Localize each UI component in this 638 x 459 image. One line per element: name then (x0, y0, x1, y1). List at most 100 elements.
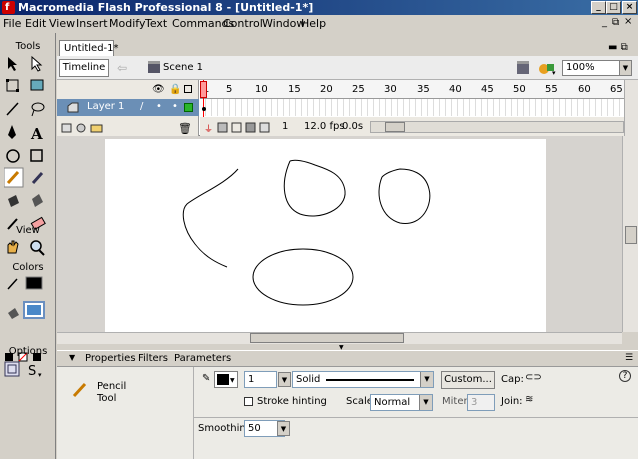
insert-layer-icon (61, 123, 72, 133)
cap-label: Cap: (501, 374, 524, 385)
timeline-scroll-thumb[interactable] (385, 122, 405, 132)
show-hide-eye-icon[interactable]: 👁 (152, 84, 165, 95)
frame-cells[interactable] (200, 99, 624, 116)
document-tab[interactable]: Untitled-1* (59, 40, 119, 56)
join-select-icon[interactable]: ≋ (525, 394, 533, 405)
pen-tool-icon (8, 125, 16, 139)
scene-icon (148, 61, 160, 73)
doc-minimize-icon[interactable]: _ (602, 17, 607, 28)
edit-scene-icon[interactable] (516, 60, 532, 79)
minimize-button[interactable]: _ (591, 1, 606, 14)
keyframe-dot (202, 107, 206, 111)
options-icons: S ▾ (4, 361, 42, 379)
miter-input[interactable]: 3 (467, 394, 495, 411)
stage-vscroll-thumb[interactable] (625, 226, 637, 244)
frame-num: 65 (610, 84, 623, 95)
layer-lock-dot[interactable]: • (172, 101, 178, 112)
free-transform-tool-icon (6, 79, 19, 92)
stroke-style-value: Solid (296, 374, 321, 385)
pencil-stroke-circle (378, 168, 431, 224)
zoom-select[interactable]: 100% ▼ (562, 60, 632, 76)
timeline-button[interactable]: Timeline (59, 59, 109, 77)
lasso-tool-icon (31, 102, 45, 117)
frame-num: 60 (578, 84, 591, 95)
onion-outline-icon (231, 122, 242, 133)
zoom-dropdown-icon[interactable]: ▼ (619, 61, 631, 75)
options-title: Options (8, 346, 48, 357)
stage-canvas[interactable] (105, 139, 546, 332)
outline-icon[interactable] (184, 85, 192, 93)
menu-window[interactable]: Window (262, 15, 305, 32)
frame-num: 45 (481, 84, 494, 95)
stage-vscroll[interactable] (622, 136, 638, 332)
tab-filters[interactable]: Filters (138, 353, 168, 364)
menu-edit[interactable]: Edit (25, 15, 46, 32)
layer-outline-color[interactable] (184, 103, 193, 112)
menu-bar: File Edit View Insert Modify Text Comman… (0, 15, 638, 32)
fill-transform-tool-icon (30, 79, 44, 91)
stage-hscroll-thumb[interactable] (250, 333, 404, 343)
cap-select-icon[interactable]: ⊂⊃ (525, 372, 542, 383)
menu-modify[interactable]: Modify (109, 15, 145, 32)
stroke-color-swatch (25, 276, 43, 290)
frame-num: 25 (352, 84, 365, 95)
edit-symbols-icon[interactable]: ▾ (538, 60, 558, 79)
menu-view[interactable]: View (49, 15, 75, 32)
close-button[interactable]: × (622, 1, 637, 14)
color-swatches (7, 276, 45, 319)
layer-icon (67, 102, 79, 113)
flash-app-icon[interactable]: f (2, 1, 15, 14)
playhead-handle[interactable] (200, 81, 207, 98)
properties-panel: Pencil Tool ✎ ▼ 1 ▼ Solid ▼ Custom... Ca… (57, 366, 638, 459)
layer-visible-dot[interactable]: • (156, 101, 162, 112)
maximize-button[interactable]: □ (606, 1, 621, 14)
layer-buttons (61, 123, 103, 133)
stroke-style-select[interactable]: Solid ▼ (292, 371, 434, 388)
tab-properties[interactable]: Properties (85, 353, 136, 364)
properties-menu-icon[interactable]: ☰ (625, 353, 633, 363)
brush-tool-icon (31, 171, 44, 185)
timeline-vscroll[interactable] (624, 80, 638, 136)
stroke-hinting-checkbox[interactable] (244, 397, 253, 406)
delete-layer-icon[interactable]: 🗑 (178, 122, 192, 135)
zoom-tool-icon (30, 240, 45, 256)
lock-icon[interactable]: 🔒 (169, 84, 181, 95)
stage-hscroll[interactable] (57, 332, 622, 344)
custom-button[interactable]: Custom... (441, 371, 495, 389)
center-frame-icon[interactable]: ⏚ (204, 122, 213, 135)
stroke-style-dropdown-icon[interactable]: ▼ (420, 372, 433, 387)
menu-help[interactable]: Help (301, 15, 326, 32)
divider (193, 417, 638, 418)
pencil-stroke-curve (182, 168, 239, 268)
doc-panel-minimize-icon[interactable]: ▬ ⧉ (608, 42, 628, 53)
modify-onion-markers-icon (259, 122, 270, 133)
scale-dropdown-icon[interactable]: ▼ (419, 395, 432, 410)
stroke-style-preview (326, 379, 414, 381)
menu-text[interactable]: Text (145, 15, 167, 32)
onion-skin-icon (217, 122, 228, 133)
layer-name[interactable]: Layer 1 (87, 101, 124, 112)
stroke-height-dropdown-icon[interactable]: ▼ (278, 372, 291, 387)
help-icon[interactable]: ? (619, 370, 631, 382)
scale-select[interactable]: Normal ▼ (370, 394, 433, 411)
text-tool-icon: A (30, 125, 43, 143)
stroke-color-icon (7, 278, 18, 290)
doc-close-icon[interactable]: × (624, 16, 632, 27)
tab-parameters[interactable]: Parameters (174, 353, 231, 364)
menu-control[interactable]: Control (223, 15, 263, 32)
document-window-controls: ▬ ⧉ (608, 42, 628, 53)
panel-expand-icon[interactable]: ▼ (69, 353, 75, 362)
frame-ruler[interactable]: 1 5 10 15 20 25 30 35 40 45 50 55 60 65 (200, 80, 624, 99)
stroke-color-chip (217, 374, 229, 385)
back-arrow-icon[interactable]: ⇦ (117, 61, 127, 75)
pencil-tool-icon-selected (4, 167, 24, 188)
zoom-value: 100% (566, 62, 595, 73)
smoothing-dropdown-icon[interactable]: ▼ (277, 421, 290, 436)
stroke-height-input[interactable]: 1 (244, 371, 277, 388)
menu-insert[interactable]: Insert (76, 15, 108, 32)
timeline-hscroll[interactable] (370, 121, 624, 133)
stroke-color-picker[interactable]: ▼ (214, 371, 238, 388)
menu-file[interactable]: File (3, 15, 21, 32)
doc-restore-icon[interactable]: ⧉ (612, 17, 619, 28)
fill-color-icon (8, 308, 19, 319)
